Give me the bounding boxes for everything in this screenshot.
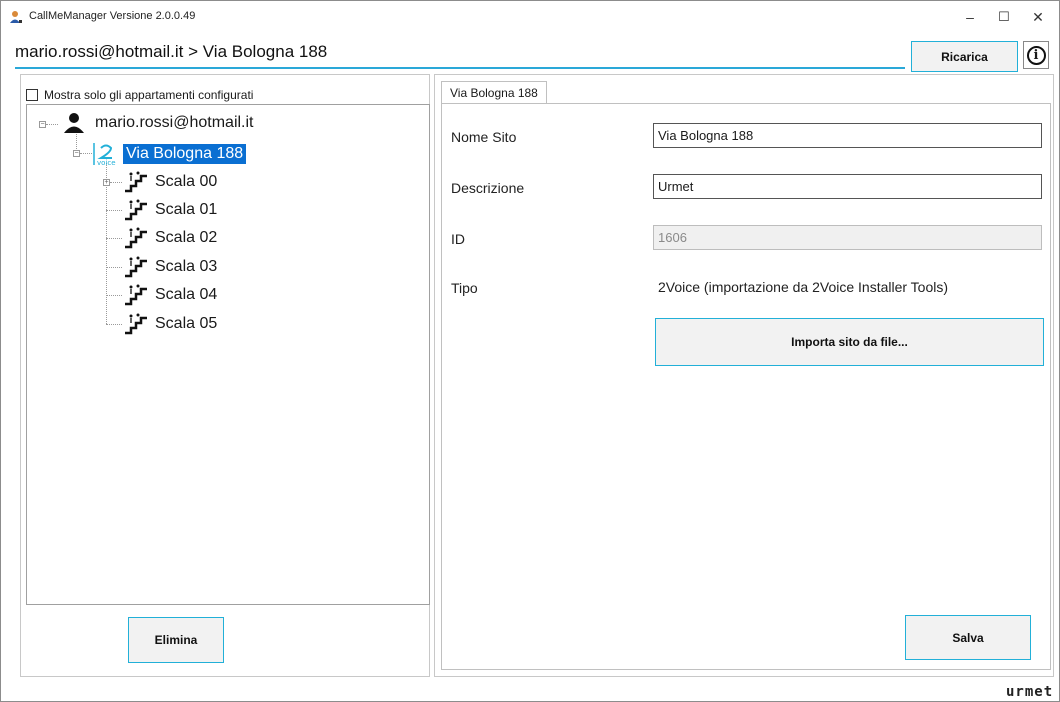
stairs-icon (125, 227, 147, 249)
stairs-icon (125, 313, 147, 335)
info-button[interactable]: i (1023, 41, 1049, 69)
window-title: CallMeManager Versione 2.0.0.49 (29, 10, 196, 22)
save-button[interactable]: Salva (905, 615, 1031, 660)
tree-connector (46, 124, 58, 125)
breadcrumb: mario.rossi@hotmail.it > Via Bologna 188 (15, 42, 328, 61)
tree-node-scala[interactable]: Scala 05 (123, 313, 217, 335)
tree-connector (106, 163, 107, 324)
id-label: ID (451, 231, 465, 247)
tree-node-label: mario.rossi@hotmail.it (95, 114, 254, 131)
2voice-icon: voice (93, 143, 116, 166)
stairs-icon (125, 284, 147, 306)
collapse-toggle[interactable]: − (73, 150, 80, 157)
user-icon (64, 113, 84, 133)
title-bar: CallMeManager Versione 2.0.0.49 – ☐ ✕ (1, 1, 1059, 33)
description-field[interactable]: Urmet (653, 174, 1042, 199)
svg-text:voice: voice (97, 159, 116, 166)
site-name-label: Nome Sito (451, 129, 517, 145)
close-button[interactable]: ✕ (1021, 5, 1055, 29)
tree-node-label: Scala 00 (155, 173, 218, 190)
tree-node-label: Scala 05 (155, 315, 218, 332)
id-field: 1606 (653, 225, 1042, 250)
app-window: CallMeManager Versione 2.0.0.49 – ☐ ✕ ma… (0, 0, 1060, 702)
tree-connector (110, 182, 122, 183)
expand-toggle[interactable]: + (103, 179, 110, 186)
urmet-logo: urmet (1006, 684, 1054, 700)
tree-node-label: Scala 04 (155, 286, 218, 303)
stairs-icon (125, 171, 147, 193)
stairs-icon (125, 199, 147, 221)
tree-node-scala[interactable]: Scala 04 (123, 284, 217, 306)
type-value: 2Voice (importazione da 2Voice Installer… (658, 279, 949, 295)
maximize-button[interactable]: ☐ (987, 5, 1021, 29)
import-site-button[interactable]: Importa sito da file... (655, 318, 1044, 366)
tree-node-label: Scala 01 (155, 201, 218, 218)
tree-node-label: Scala 02 (155, 229, 218, 246)
tree-connector (106, 267, 122, 268)
app-icon (10, 11, 22, 23)
tree-node-label: Scala 03 (155, 258, 218, 275)
collapse-toggle[interactable]: − (39, 121, 46, 128)
filter-checkbox[interactable]: Mostra solo gli appartamenti configurati (26, 88, 253, 102)
reload-button[interactable]: Ricarica (911, 41, 1018, 72)
tree-node-scala[interactable]: Scala 02 (123, 227, 217, 249)
header: mario.rossi@hotmail.it > Via Bologna 188 (1, 33, 1059, 71)
info-icon: i (1026, 45, 1046, 65)
tree-node-scala[interactable]: Scala 00 (123, 171, 217, 193)
tab-site[interactable]: Via Bologna 188 (441, 81, 547, 103)
tree-node-account[interactable]: mario.rossi@hotmail.it (63, 113, 254, 133)
checkbox-box[interactable] (26, 89, 38, 101)
tree-connector (106, 238, 122, 239)
description-label: Descrizione (451, 180, 525, 196)
checkbox-label: Mostra solo gli appartamenti configurati (44, 88, 254, 102)
tree-node-scala[interactable]: Scala 01 (123, 199, 217, 221)
minimize-button[interactable]: – (953, 5, 987, 29)
tree-connector (106, 295, 122, 296)
type-label: Tipo (451, 280, 478, 296)
delete-button[interactable]: Elimina (128, 617, 224, 663)
tree-connector (80, 153, 92, 154)
tree-connector (106, 324, 122, 325)
tree-connector (106, 210, 122, 211)
tree-node-site[interactable]: voice Via Bologna 188 (93, 142, 247, 166)
tree-node-label: Via Bologna 188 (123, 144, 247, 164)
site-tree[interactable]: − − + mario.rossi@hotmail.it voice Via B… (26, 104, 430, 605)
site-name-field[interactable]: Via Bologna 188 (653, 123, 1042, 148)
stairs-icon (125, 256, 147, 278)
tree-node-scala[interactable]: Scala 03 (123, 256, 217, 278)
header-underline (15, 67, 905, 69)
